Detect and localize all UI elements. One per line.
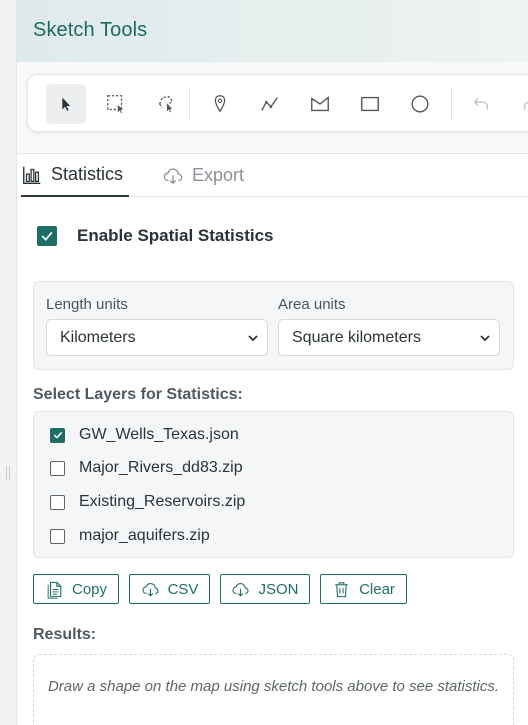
lasso-select-icon xyxy=(158,95,174,113)
results-panel: Draw a shape on the map using sketch too… xyxy=(33,654,514,725)
undo-icon xyxy=(473,98,489,110)
units-panel: Length units Kilometers Area units Squar… xyxy=(33,281,514,370)
results-placeholder-message: Draw a shape on the map using sketch too… xyxy=(47,678,500,695)
chevron-down-icon xyxy=(480,335,490,342)
rectangle-select-icon xyxy=(107,95,123,114)
tab-statistics[interactable]: Statistics xyxy=(21,154,130,197)
area-units-value: Square kilometers xyxy=(292,328,421,346)
copy-button-label: Copy xyxy=(71,580,108,598)
rectangle-select-button[interactable] xyxy=(96,84,136,124)
toolbar-separator xyxy=(451,88,452,120)
cloud-download-icon xyxy=(163,167,183,184)
results-title: Results: xyxy=(33,626,97,643)
trash-icon xyxy=(335,581,348,597)
csv-download-button[interactable]: CSV xyxy=(129,574,210,604)
tab-statistics-label: Statistics xyxy=(51,164,124,184)
enable-statistics-checkbox[interactable] xyxy=(37,226,57,246)
polygon-icon xyxy=(311,96,329,112)
redo-button[interactable] xyxy=(511,84,528,124)
layer-checkbox[interactable] xyxy=(50,460,65,476)
left-panel-rail xyxy=(0,0,17,725)
layer-checkbox[interactable] xyxy=(50,427,65,443)
list-item[interactable]: GW_Wells_Texas.json xyxy=(50,424,239,446)
length-units-value: Kilometers xyxy=(60,328,136,346)
undo-button[interactable] xyxy=(461,84,501,124)
checkmark-icon xyxy=(41,231,53,241)
area-units-label: Area units xyxy=(278,296,346,313)
polyline-tool-button[interactable] xyxy=(250,84,290,124)
checkmark-icon xyxy=(53,431,62,439)
panel-title: Sketch Tools xyxy=(33,19,148,41)
panel-header: Sketch Tools xyxy=(17,0,528,62)
length-units-select[interactable]: Kilometers xyxy=(46,319,268,356)
list-item[interactable]: Major_Rivers_dd83.zip xyxy=(50,457,243,479)
select-pointer-icon xyxy=(62,97,71,111)
lasso-select-button[interactable] xyxy=(146,84,186,124)
json-button-label: JSON xyxy=(258,580,299,598)
enable-statistics-label: Enable Spatial Statistics xyxy=(77,226,274,245)
area-units-select[interactable]: Square kilometers xyxy=(278,319,500,356)
csv-button-label: CSV xyxy=(167,580,199,598)
list-item[interactable]: major_aquifers.zip xyxy=(50,525,210,547)
rectangle-tool-button[interactable] xyxy=(350,84,390,124)
resize-handle-icon[interactable] xyxy=(6,466,10,480)
polygon-tool-button[interactable] xyxy=(300,84,340,124)
select-layers-title: Select Layers for Statistics: xyxy=(33,386,243,403)
layer-name: Existing_Reservoirs.zip xyxy=(79,493,246,510)
bar-chart-icon xyxy=(23,166,41,184)
cloud-download-icon xyxy=(232,582,250,597)
toolbar-area xyxy=(17,62,528,154)
point-tool-button[interactable] xyxy=(200,84,240,124)
circle-tool-button[interactable] xyxy=(400,84,440,124)
rectangle-icon xyxy=(361,96,379,112)
length-units-label: Length units xyxy=(46,296,128,313)
chevron-down-icon xyxy=(248,335,258,342)
layer-checkbox[interactable] xyxy=(50,494,65,510)
enable-statistics-toggle[interactable]: Enable Spatial Statistics xyxy=(37,226,274,246)
json-download-button[interactable]: JSON xyxy=(220,574,310,604)
sketch-tools-panel: Sketch Tools Statistics Export Enable Sp… xyxy=(17,0,528,725)
tab-export-label: Export xyxy=(192,165,245,185)
layer-name: GW_Wells_Texas.json xyxy=(79,426,239,443)
clear-button-label: Clear xyxy=(359,580,395,598)
layers-list: GW_Wells_Texas.json Major_Rivers_dd83.zi… xyxy=(33,411,514,558)
layer-name: major_aquifers.zip xyxy=(79,527,210,544)
point-marker-icon xyxy=(214,95,226,113)
copy-document-icon xyxy=(47,581,62,599)
select-pointer-button[interactable] xyxy=(46,84,86,124)
redo-icon xyxy=(523,101,528,110)
copy-button[interactable]: Copy xyxy=(33,574,119,604)
tab-bar: Statistics Export xyxy=(17,154,528,197)
circle-icon xyxy=(411,95,429,113)
toolbar-separator xyxy=(189,88,190,120)
cloud-download-icon xyxy=(142,582,159,597)
clear-button[interactable]: Clear xyxy=(320,574,407,604)
tab-export[interactable]: Export xyxy=(162,154,244,197)
polyline-icon xyxy=(261,97,278,111)
layer-name: Major_Rivers_dd83.zip xyxy=(79,459,243,476)
layer-checkbox[interactable] xyxy=(50,528,65,544)
sketch-toolbar xyxy=(27,74,528,132)
list-item[interactable]: Existing_Reservoirs.zip xyxy=(50,491,245,513)
